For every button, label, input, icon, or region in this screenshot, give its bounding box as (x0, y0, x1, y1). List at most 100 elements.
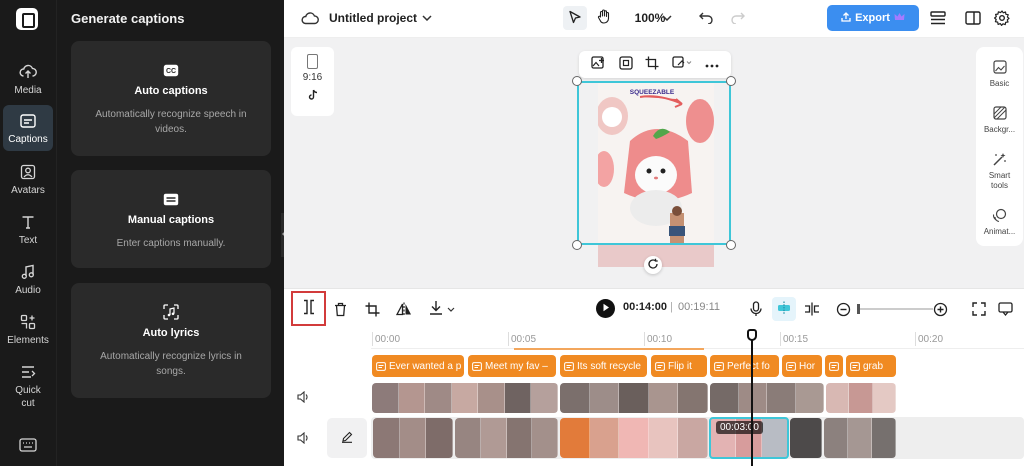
aspect-ratio-card[interactable]: 9:16 (291, 47, 334, 116)
tool-smart-tools[interactable]: Smart tools (976, 151, 1023, 191)
auto-lyrics-card[interactable]: Auto lyrics Automatically recognize lyri… (71, 283, 271, 398)
selected-clip-duration: 00:03:00 (716, 421, 763, 434)
caption-clip-text: Its soft recycle (577, 360, 641, 372)
track-volume-icon[interactable] (296, 390, 310, 404)
split-audio-icon[interactable] (803, 300, 821, 318)
zoom-chevron-down-icon[interactable] (661, 12, 673, 24)
manual-captions-card[interactable]: Manual captions Enter captions manually. (71, 170, 271, 268)
nav-quick-cut[interactable]: Quick cut (3, 356, 53, 410)
overlay-video-clip[interactable] (710, 383, 824, 413)
export-button[interactable]: Export (827, 5, 919, 31)
hand-tool-button[interactable] (592, 6, 616, 30)
keyboard-icon (162, 190, 180, 208)
capcut-logo[interactable] (16, 8, 38, 30)
auto-captions-card[interactable]: CC Auto captions Automatically recognize… (71, 41, 271, 156)
preview-canvas[interactable]: 9:16 SQUEEZABLE Basic Backgr... Smart to… (284, 38, 1024, 288)
zoom-out-icon[interactable] (834, 300, 852, 318)
edit-cover-button[interactable] (327, 418, 367, 458)
nav-audio[interactable]: Audio (3, 256, 53, 297)
resize-handle-tr[interactable] (726, 76, 736, 86)
ruler-tick (915, 332, 916, 346)
tool-basic[interactable]: Basic (976, 59, 1023, 89)
ruler-tick (644, 332, 645, 346)
download-dropdown[interactable] (427, 300, 457, 318)
main-video-clip[interactable] (455, 418, 558, 458)
nav-elements[interactable]: Elements (3, 306, 53, 347)
nav-quick-cut-label: Quick cut (15, 385, 41, 409)
timeline[interactable]: 00:00 00:05 00:10 00:15 00:20 Ever wante… (284, 328, 1024, 466)
cloud-save-icon[interactable] (301, 10, 319, 26)
caption-clip[interactable]: Perfect fo (710, 355, 779, 377)
select-pointer-button[interactable] (563, 6, 587, 30)
auto-snap-toggle[interactable] (772, 297, 796, 321)
caption-clip[interactable]: Its soft recycle (560, 355, 647, 377)
main-video-clip[interactable] (560, 418, 708, 458)
overlay-video-clip[interactable] (560, 383, 708, 413)
main-track-volume-icon[interactable] (296, 431, 310, 445)
focus-frame-icon[interactable] (619, 56, 633, 73)
main-video-clip[interactable] (373, 418, 453, 458)
export-label: Export (855, 12, 890, 24)
split-button[interactable] (291, 291, 326, 326)
crown-icon (894, 12, 905, 24)
main-video-clip[interactable] (824, 418, 896, 458)
caption-clip[interactable]: Flip it (651, 355, 707, 377)
tool-animation[interactable]: Animat... (976, 207, 1023, 237)
pen-icon (341, 431, 353, 446)
flip-icon[interactable] (395, 300, 413, 318)
chevron-down-icon[interactable] (421, 12, 433, 24)
split-panel-icon[interactable] (964, 9, 982, 27)
tool-background[interactable]: Backgr... (976, 105, 1023, 135)
nav-media[interactable]: Media (3, 56, 53, 97)
fit-timeline-icon[interactable] (970, 300, 988, 318)
resize-handle-tl[interactable] (572, 76, 582, 86)
nav-avatars-label: Avatars (11, 185, 45, 196)
auto-captions-desc: Automatically recognize speech in videos… (95, 109, 247, 135)
zoom-slider-handle[interactable] (857, 304, 860, 314)
zoom-slider-track[interactable] (857, 308, 933, 310)
tool-background-label: Backgr... (983, 125, 1016, 134)
keyboard-shortcuts-icon[interactable] (19, 438, 37, 452)
caption-clip[interactable]: grab (846, 355, 896, 377)
music-note-icon (18, 262, 38, 282)
playhead-line[interactable] (751, 332, 753, 466)
nav-captions[interactable]: Captions (3, 105, 53, 151)
caption-clip[interactable] (825, 355, 843, 377)
undo-icon[interactable] (697, 9, 715, 27)
resize-handle-bl[interactable] (572, 240, 582, 250)
layers-icon[interactable] (929, 9, 947, 27)
ruler-label-0: 00:00 (375, 334, 401, 345)
ruler-tick (372, 332, 373, 346)
gear-icon[interactable] (993, 9, 1011, 27)
playhead-handle[interactable] (747, 329, 757, 341)
replace-image-icon[interactable] (591, 56, 606, 73)
nav-text-label: Text (18, 235, 38, 246)
caption-clip-text: Flip it (668, 360, 692, 372)
caption-clip[interactable]: Ever wanted a p (372, 355, 464, 377)
play-button[interactable] (596, 299, 615, 318)
main-video-clip[interactable] (790, 418, 822, 458)
replace-media-icon[interactable] (672, 56, 692, 73)
caption-clip[interactable]: Hor (782, 355, 822, 377)
crop-icon[interactable] (645, 56, 659, 73)
timeline-crop-icon[interactable] (363, 300, 381, 318)
resize-handle-br[interactable] (726, 240, 736, 250)
microphone-icon[interactable] (747, 300, 765, 318)
caption-clip[interactable]: Meet my fav – (468, 355, 556, 377)
overlay-video-clip[interactable] (826, 383, 896, 413)
magnet-icon (776, 301, 792, 318)
rotate-button[interactable] (644, 256, 662, 274)
selection-box[interactable] (577, 81, 731, 245)
auto-lyrics-title: Auto lyrics (142, 327, 200, 339)
redo-icon[interactable] (729, 9, 747, 27)
captions-panel: Generate captions CC Auto captions Autom… (56, 0, 284, 466)
trash-icon[interactable] (331, 300, 349, 318)
zoom-in-icon[interactable] (931, 300, 949, 318)
nav-text[interactable]: Text (3, 206, 53, 247)
time-separator: | (670, 301, 673, 313)
overlay-video-clip[interactable] (372, 383, 558, 413)
comment-icon[interactable] (996, 300, 1014, 318)
nav-avatars[interactable]: Avatars (3, 156, 53, 197)
project-name[interactable]: Untitled project (329, 11, 417, 25)
more-options-icon[interactable] (705, 59, 719, 71)
